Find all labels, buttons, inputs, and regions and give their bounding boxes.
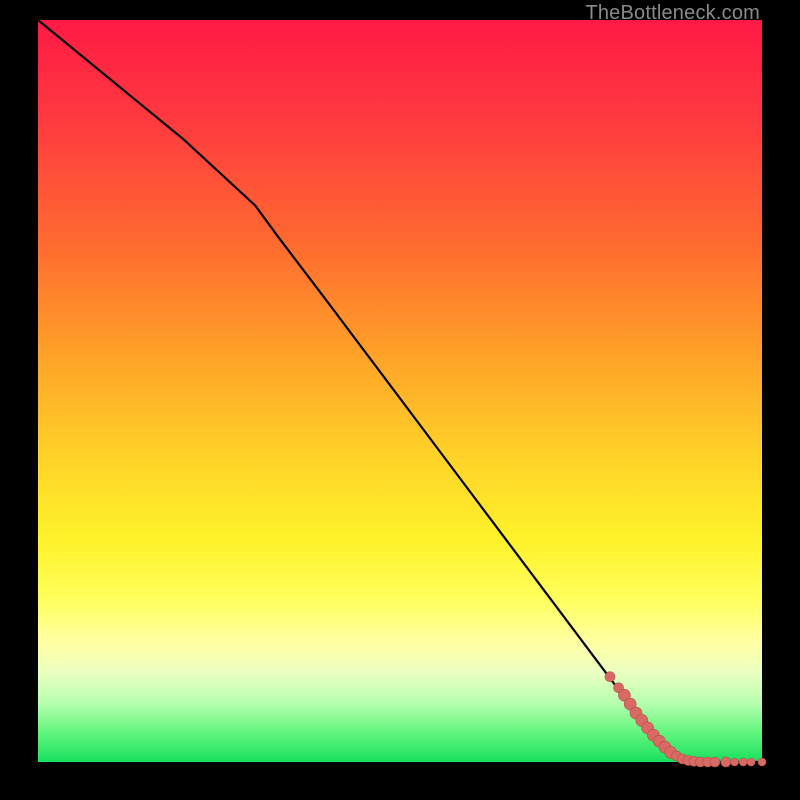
scatter-dots — [605, 672, 766, 767]
scatter-dot — [758, 758, 766, 766]
curve-line — [38, 20, 762, 762]
scatter-dot — [731, 758, 739, 766]
chart-stage: TheBottleneck.com — [0, 0, 800, 800]
chart-overlay — [38, 20, 762, 762]
scatter-dot — [605, 672, 615, 682]
scatter-dot — [739, 758, 747, 766]
scatter-dot — [721, 757, 731, 767]
scatter-dot — [747, 758, 755, 766]
scatter-dot — [710, 757, 720, 767]
plot-area — [38, 20, 762, 762]
